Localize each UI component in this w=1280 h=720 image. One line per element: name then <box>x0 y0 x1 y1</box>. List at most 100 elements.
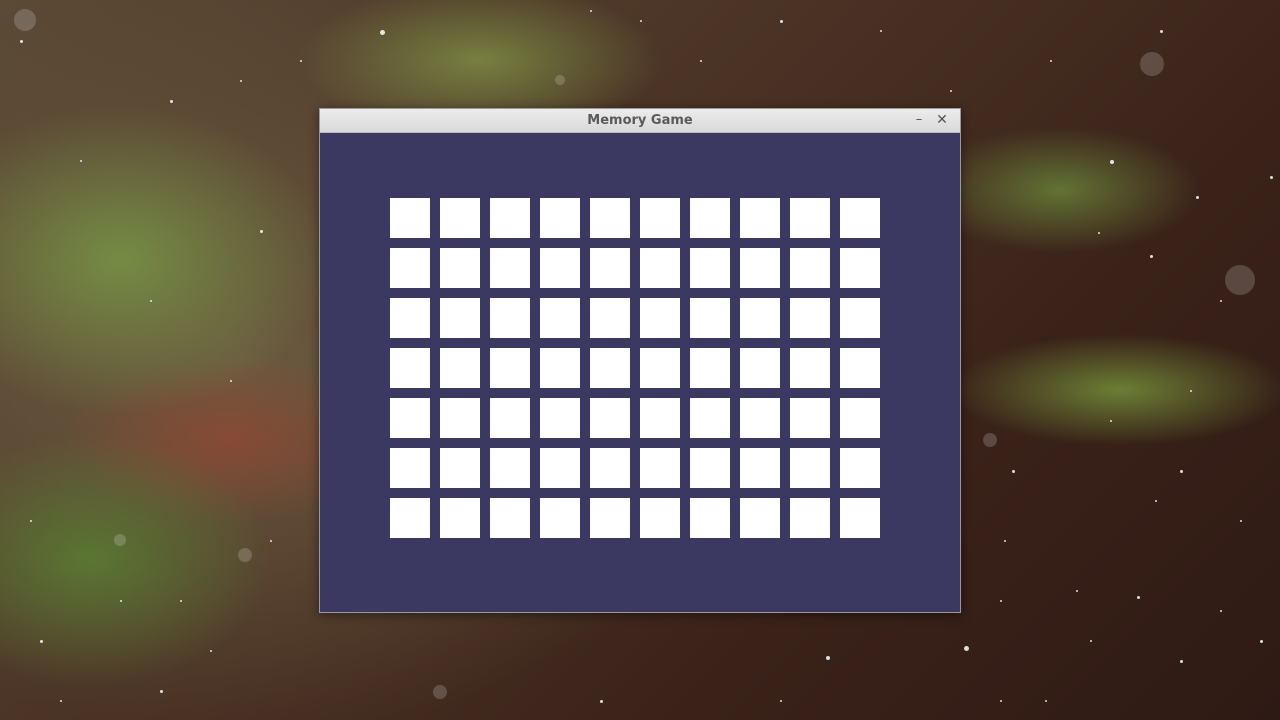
memory-card[interactable] <box>690 298 730 338</box>
memory-card[interactable] <box>440 198 480 238</box>
memory-card[interactable] <box>440 498 480 538</box>
memory-card[interactable] <box>490 198 530 238</box>
memory-card[interactable] <box>590 448 630 488</box>
memory-card[interactable] <box>740 248 780 288</box>
snow-speck <box>230 380 232 382</box>
memory-card[interactable] <box>590 498 630 538</box>
bokeh-dot <box>555 75 565 85</box>
memory-card[interactable] <box>840 498 880 538</box>
memory-card[interactable] <box>540 298 580 338</box>
memory-card[interactable] <box>440 298 480 338</box>
memory-card[interactable] <box>540 448 580 488</box>
snow-speck <box>1220 300 1222 302</box>
memory-card[interactable] <box>840 198 880 238</box>
memory-card[interactable] <box>390 198 430 238</box>
memory-card[interactable] <box>590 198 630 238</box>
memory-card[interactable] <box>790 298 830 338</box>
memory-card[interactable] <box>540 498 580 538</box>
snow-speck <box>1012 470 1015 473</box>
snow-speck <box>1190 390 1192 392</box>
memory-card[interactable] <box>740 298 780 338</box>
memory-card[interactable] <box>590 398 630 438</box>
memory-card[interactable] <box>590 248 630 288</box>
snow-speck <box>180 600 182 602</box>
memory-card[interactable] <box>790 498 830 538</box>
memory-card[interactable] <box>390 248 430 288</box>
memory-game-window: Memory Game – ✕ <box>319 108 961 613</box>
memory-card[interactable] <box>390 398 430 438</box>
memory-card[interactable] <box>840 298 880 338</box>
memory-card[interactable] <box>690 248 730 288</box>
desktop-background: Memory Game – ✕ <box>0 0 1280 720</box>
snow-speck <box>160 690 163 693</box>
snow-speck <box>640 20 642 22</box>
memory-card[interactable] <box>790 248 830 288</box>
memory-card[interactable] <box>690 348 730 388</box>
memory-card[interactable] <box>640 298 680 338</box>
memory-card[interactable] <box>690 498 730 538</box>
snow-speck <box>1110 160 1114 164</box>
memory-card[interactable] <box>840 448 880 488</box>
memory-card[interactable] <box>490 448 530 488</box>
snow-speck <box>700 60 702 62</box>
memory-card[interactable] <box>640 498 680 538</box>
memory-card[interactable] <box>690 448 730 488</box>
memory-card[interactable] <box>540 348 580 388</box>
snow-speck <box>380 30 385 35</box>
memory-card[interactable] <box>840 348 880 388</box>
memory-card[interactable] <box>390 498 430 538</box>
memory-card[interactable] <box>840 398 880 438</box>
memory-card[interactable] <box>540 248 580 288</box>
memory-card[interactable] <box>790 198 830 238</box>
memory-card[interactable] <box>590 348 630 388</box>
memory-card[interactable] <box>840 248 880 288</box>
memory-card[interactable] <box>740 348 780 388</box>
memory-card[interactable] <box>640 248 680 288</box>
memory-card[interactable] <box>790 398 830 438</box>
memory-card[interactable] <box>640 448 680 488</box>
close-button[interactable]: ✕ <box>933 111 951 129</box>
memory-card[interactable] <box>790 348 830 388</box>
snow-speck <box>600 700 603 703</box>
bokeh-dot <box>14 9 36 31</box>
memory-card[interactable] <box>490 248 530 288</box>
memory-card[interactable] <box>590 298 630 338</box>
memory-card[interactable] <box>390 298 430 338</box>
memory-card[interactable] <box>540 198 580 238</box>
memory-card[interactable] <box>540 398 580 438</box>
snow-speck <box>1180 470 1183 473</box>
memory-card[interactable] <box>490 348 530 388</box>
game-area <box>320 133 960 612</box>
memory-card[interactable] <box>690 198 730 238</box>
memory-card[interactable] <box>440 248 480 288</box>
snow-speck <box>30 520 32 522</box>
memory-card[interactable] <box>690 398 730 438</box>
memory-card[interactable] <box>740 498 780 538</box>
memory-card[interactable] <box>490 298 530 338</box>
title-bar[interactable]: Memory Game – ✕ <box>320 109 960 133</box>
memory-card[interactable] <box>390 348 430 388</box>
memory-card[interactable] <box>640 398 680 438</box>
memory-card[interactable] <box>440 398 480 438</box>
minimize-button[interactable]: – <box>910 111 928 129</box>
memory-card[interactable] <box>640 198 680 238</box>
snow-speck <box>964 646 969 651</box>
snow-speck <box>1137 596 1140 599</box>
memory-card[interactable] <box>490 498 530 538</box>
snow-speck <box>1180 660 1183 663</box>
snow-speck <box>170 100 173 103</box>
memory-card[interactable] <box>440 348 480 388</box>
memory-card[interactable] <box>740 448 780 488</box>
snow-speck <box>300 60 302 62</box>
snow-speck <box>210 650 212 652</box>
memory-card[interactable] <box>640 348 680 388</box>
memory-card[interactable] <box>790 448 830 488</box>
memory-card[interactable] <box>740 198 780 238</box>
snow-speck <box>240 80 242 82</box>
memory-card[interactable] <box>440 448 480 488</box>
snow-speck <box>780 700 782 702</box>
memory-card[interactable] <box>490 398 530 438</box>
memory-card[interactable] <box>740 398 780 438</box>
card-grid <box>390 198 880 538</box>
memory-card[interactable] <box>390 448 430 488</box>
